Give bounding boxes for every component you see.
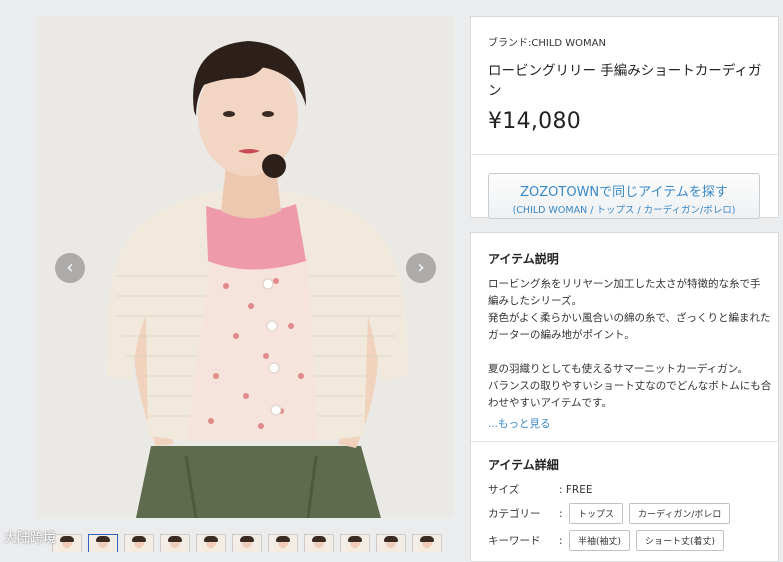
chevron-left-icon: ‹ xyxy=(66,257,74,278)
size-label: サイズ xyxy=(488,484,520,496)
thumbnail-strip xyxy=(36,534,454,552)
product-photo xyxy=(36,16,454,518)
category-label: カテゴリー xyxy=(488,508,541,520)
thumbnail[interactable] xyxy=(268,534,298,552)
thumbnail[interactable] xyxy=(376,534,406,552)
divider xyxy=(471,441,778,442)
thumbnail[interactable] xyxy=(52,534,82,552)
description-line: ロービング糸をリリヤーン加工した太さが特徴的な糸で手 xyxy=(488,278,761,290)
show-more-link[interactable]: ...もっと見る xyxy=(488,416,551,431)
product-summary-panel: ブランド:CHILD WOMAN ロービングリリー 手編みショートカーディガン … xyxy=(470,16,779,219)
category-separator: : xyxy=(559,507,563,520)
thumbnail[interactable] xyxy=(304,534,334,552)
tag-button[interactable]: トップス xyxy=(569,503,624,524)
zozotown-search-button[interactable]: ZOZOTOWNで同じアイテムを探す (CHILD WOMAN / トップス /… xyxy=(488,173,760,219)
thumbnail[interactable] xyxy=(196,534,226,552)
description-title: アイテム説明 xyxy=(488,252,559,266)
next-image-button[interactable]: › xyxy=(406,253,436,283)
chevron-right-icon: › xyxy=(417,257,425,278)
divider xyxy=(471,154,778,155)
description-line: バランスの取りやすいショート丈なのでどんなボトムにも合 xyxy=(488,380,772,392)
size-row: サイズ : FREE xyxy=(488,482,762,497)
watermark: 大陆跨境 xyxy=(4,531,57,546)
description-line: 発色がよく柔らかい風合いの綿の糸で、ざっくりと編まれた xyxy=(488,312,771,324)
product-name: ロービングリリー 手編みショートカーディガン xyxy=(488,63,762,99)
size-value: : FREE xyxy=(559,483,593,496)
keyword-label: キーワード xyxy=(488,535,541,547)
description-line xyxy=(488,344,762,361)
details-title: アイテム詳細 xyxy=(488,458,559,472)
keyword-row: キーワード : 半袖(袖丈) ショート丈(着丈) xyxy=(488,530,762,551)
description-line: わせやすいアイテムです。 xyxy=(488,397,612,409)
tag-button[interactable]: ショート丈(着丈) xyxy=(636,530,725,551)
tag-button[interactable]: 半袖(袖丈) xyxy=(569,530,631,551)
product-image-gallery: ‹ › xyxy=(36,16,454,518)
previous-image-button[interactable]: ‹ xyxy=(55,253,85,283)
description-line: 夏の羽織りとしても使えるサマーニットカーディガン。 xyxy=(488,363,748,375)
thumbnail[interactable] xyxy=(88,534,118,552)
item-info-panel: アイテム説明 ロービング糸をリリヤーン加工した太さが特徴的な糸で手 編みしたシリー… xyxy=(470,232,779,562)
tag-button[interactable]: カーディガン/ボレロ xyxy=(629,503,731,524)
keyword-separator: : xyxy=(559,534,563,547)
thumbnail[interactable] xyxy=(412,534,442,552)
zozotown-search-label: ZOZOTOWNで同じアイテムを探す xyxy=(520,185,728,200)
description-line: 編みしたシリーズ。 xyxy=(488,295,582,307)
thumbnail[interactable] xyxy=(340,534,370,552)
category-row: カテゴリー : トップス カーディガン/ボレロ xyxy=(488,503,762,524)
category-tags: トップス カーディガン/ボレロ xyxy=(569,503,736,524)
thumbnail[interactable] xyxy=(160,534,190,552)
thumbnail[interactable] xyxy=(232,534,262,552)
brand-label[interactable]: ブランド:CHILD WOMAN xyxy=(488,34,762,49)
zozotown-search-sublabel: (CHILD WOMAN / トップス / カーディガン/ボレロ) xyxy=(512,205,736,216)
description-text: ロービング糸をリリヤーン加工した太さが特徴的な糸で手 編みしたシリーズ。発色がよく… xyxy=(488,276,772,412)
keyword-tags: 半袖(袖丈) ショート丈(着丈) xyxy=(569,530,730,551)
price: ¥14,080 xyxy=(488,109,582,134)
description-line: ガーターの編み地がポイント。 xyxy=(488,329,635,341)
thumbnail[interactable] xyxy=(124,534,154,552)
